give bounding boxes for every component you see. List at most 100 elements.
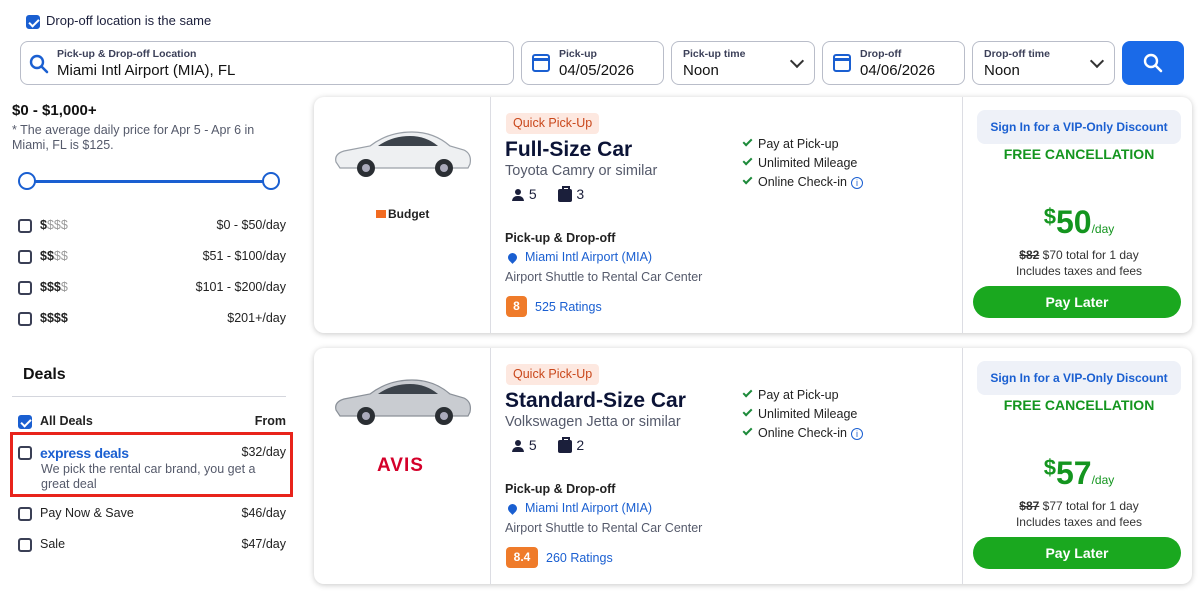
old-total: $82	[1019, 248, 1040, 262]
location-input[interactable]: Miami Intl Airport (MIA), FL	[57, 62, 235, 79]
pickup-time-select[interactable]: Pick-up time Noon	[671, 41, 815, 85]
chevron-down-icon	[789, 53, 805, 69]
price-slider-track[interactable]	[26, 180, 271, 183]
price-unit: /day	[1091, 222, 1115, 236]
luggage-icon	[558, 185, 573, 202]
dropoff-time-select[interactable]: Drop-off time Noon	[972, 41, 1115, 85]
price-level-checkbox[interactable]	[18, 218, 32, 233]
price-level-2[interactable]: $$$$ $51 - $100/day	[18, 249, 286, 264]
location-pin-icon	[506, 502, 519, 516]
chevron-down-icon	[1089, 53, 1105, 69]
check-icon	[742, 155, 753, 166]
express-deals-logo: express deals	[40, 445, 129, 461]
all-deals-label: All Deals	[40, 414, 93, 428]
info-icon[interactable]: i	[850, 177, 863, 189]
shuttle-info: Airport Shuttle to Rental Car Center	[505, 270, 703, 284]
price-unit: /day	[1091, 473, 1115, 487]
free-cancellation: FREE CANCELLATION	[1003, 146, 1155, 162]
price-level-checkbox[interactable]	[18, 249, 32, 264]
price-level-checkbox[interactable]	[18, 280, 32, 295]
rating-badge: 8.4	[506, 547, 538, 568]
price-slider-max-handle[interactable]	[262, 172, 280, 190]
free-cancellation: FREE CANCELLATION	[1003, 397, 1155, 413]
pay-later-button[interactable]: Pay Later	[973, 537, 1181, 569]
daily-price: $57/day	[977, 455, 1181, 492]
pickup-date-input[interactable]: 04/05/2026	[559, 62, 634, 79]
vip-signin-button[interactable]: Sign In for a VIP-Only Discount	[977, 110, 1181, 144]
old-total: $87	[1019, 499, 1040, 513]
bag-count: 2	[576, 437, 585, 453]
seat-count: 5	[528, 437, 537, 453]
pickup-location-link[interactable]: Miami Intl Airport (MIA)	[505, 501, 653, 516]
quick-pickup-badge: Quick Pick-Up	[506, 364, 600, 385]
taxes-note: Includes taxes and fees	[1015, 264, 1143, 278]
sale-option[interactable]: Sale $47/day	[18, 537, 286, 552]
price-note: * The average daily price for Apr 5 - Ap…	[12, 123, 255, 152]
sale-label: Sale	[40, 537, 66, 551]
feature-label: Online Check-in	[758, 175, 847, 189]
luggage-icon	[558, 436, 573, 453]
pickup-location-link[interactable]: Miami Intl Airport (MIA)	[505, 250, 653, 265]
feature-label: Online Check-in	[758, 426, 847, 440]
calendar-icon	[532, 54, 550, 72]
price-level-symbols: $	[40, 218, 47, 232]
same-dropoff-toggle[interactable]: Drop-off location is the same	[26, 13, 211, 29]
car-class-title: Full-Size Car	[505, 138, 633, 161]
pay-now-option[interactable]: Pay Now & Save $46/day	[18, 506, 286, 521]
feature-item: Online Check-in i	[742, 174, 863, 189]
price-level-3[interactable]: $$$$ $101 - $200/day	[18, 280, 286, 295]
pay-later-button[interactable]: Pay Later	[973, 286, 1181, 318]
feature-label: Unlimited Mileage	[758, 156, 858, 170]
price-level-range: $201+/day	[227, 311, 286, 325]
quick-pickup-badge: Quick Pick-Up	[506, 113, 600, 134]
price-slider-min-handle[interactable]	[18, 172, 36, 190]
pickup-location: Miami Intl Airport (MIA)	[525, 250, 653, 264]
pickup-date-field[interactable]: Pick-up 04/05/2026	[521, 41, 664, 85]
vip-signin-button[interactable]: Sign In for a VIP-Only Discount	[977, 361, 1181, 395]
price-level-symbols-light: $$	[53, 249, 68, 263]
pickup-location: Miami Intl Airport (MIA)	[525, 501, 653, 515]
total-price: $87 $77 total for 1 day	[977, 499, 1181, 513]
price-level-symbols: $$$	[40, 280, 61, 294]
price-level-symbols: $$$$	[40, 311, 68, 325]
price-range-value: $0 - $1,000+	[12, 102, 97, 119]
dropoff-date-field[interactable]: Drop-off 04/06/2026	[822, 41, 965, 85]
sale-checkbox[interactable]	[18, 537, 32, 552]
price-level-checkbox[interactable]	[18, 311, 32, 326]
pickup-date-label: Pick-up	[559, 48, 597, 60]
ratings-count-link[interactable]: 260 Ratings	[546, 551, 613, 565]
ratings-count-link[interactable]: 525 Ratings	[535, 300, 602, 314]
deals-heading: Deals	[23, 366, 66, 383]
info-icon[interactable]: i	[850, 428, 863, 440]
bag-count: 3	[576, 186, 585, 202]
price-level-4[interactable]: $$$$ $201+/day	[18, 311, 286, 326]
all-deals-checkbox[interactable]	[18, 414, 32, 429]
dropoff-date-input[interactable]: 04/06/2026	[860, 62, 935, 79]
price-level-range: $101 - $200/day	[195, 280, 286, 294]
passenger-icon	[511, 189, 525, 202]
price-level-range: $0 - $50/day	[216, 218, 287, 232]
sale-price: $47/day	[241, 537, 286, 551]
search-button[interactable]	[1122, 41, 1184, 85]
price-level-symbols-light: $$$	[46, 218, 68, 232]
from-label: From	[254, 414, 286, 428]
pay-now-checkbox[interactable]	[18, 506, 32, 521]
location-label: Pick-up & Drop-off Location	[57, 48, 197, 60]
express-logo-b: deals	[94, 445, 129, 461]
car-image	[335, 131, 471, 177]
price-currency: $	[1043, 455, 1056, 480]
express-deals-checkbox[interactable]	[18, 446, 32, 460]
price-level-1[interactable]: $$$$ $0 - $50/day	[18, 218, 286, 233]
taxes-note: Includes taxes and fees	[1015, 515, 1143, 529]
same-dropoff-label: Drop-off location is the same	[46, 13, 212, 28]
location-field[interactable]: Pick-up & Drop-off Location Miami Intl A…	[20, 41, 514, 85]
price-level-symbols: $$	[40, 249, 54, 263]
price-level-range: $51 - $100/day	[202, 249, 286, 263]
brand-logo-budget: Budget	[376, 207, 429, 221]
all-deals-option[interactable]: All Deals From	[18, 414, 286, 429]
feature-item: Pay at Pick-up	[742, 136, 839, 151]
passenger-icon	[511, 440, 525, 453]
same-dropoff-checkbox[interactable]	[26, 14, 40, 29]
price-currency: $	[1043, 204, 1056, 229]
express-deals-option[interactable]: express deals $32/day	[18, 445, 286, 461]
